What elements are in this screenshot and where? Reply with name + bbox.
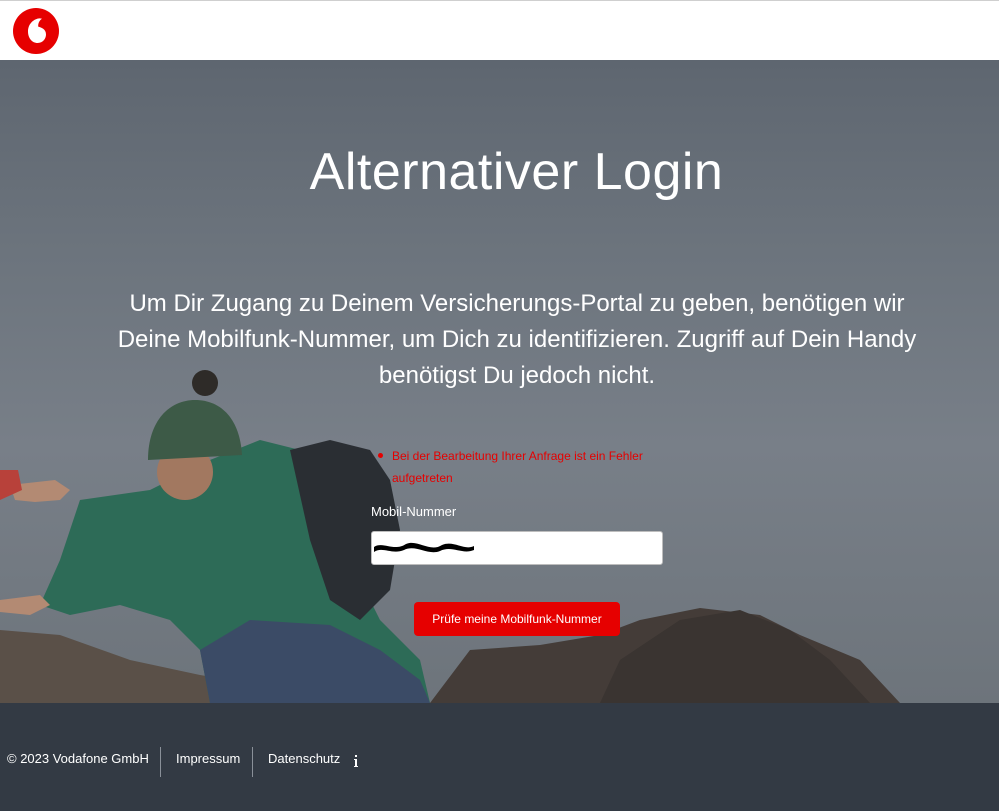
intro-text: Um Dir Zugang zu Deinem Versicherungs-Po… [84,286,950,394]
imprint-link[interactable]: Impressum [176,751,240,766]
intro-line: Um Dir Zugang zu Deinem Versicherungs-Po… [129,290,905,317]
phone-number-input[interactable] [371,531,663,565]
error-message-line: aufgetreten [392,471,453,485]
page-title: Alternativer Login [309,143,724,201]
copyright-text: © 2023 Vodafone GmbH [7,751,149,766]
privacy-link[interactable]: Datenschutz [268,751,340,766]
error-message-line: Bei der Bearbeitung Ihrer Anfrage ist ei… [392,449,643,463]
check-phone-number-button[interactable]: Prüfe meine Mobilfunk-Nummer [414,602,620,636]
top-header [0,0,999,60]
phone-number-label: Mobil-Nummer [371,504,457,519]
error-message: Bei der Bearbeitung Ihrer Anfrage ist ei… [376,445,666,489]
info-icon[interactable] [352,755,360,767]
footer-divider [252,747,253,777]
intro-line: Deine Mobilfunk-Nummer, um Dich zu ident… [117,326,917,353]
site-footer: © 2023 Vodafone GmbH Impressum Datenschu… [0,703,999,811]
vodafone-logo-icon[interactable] [13,8,59,54]
error-message-list: Bei der Bearbeitung Ihrer Anfrage ist ei… [376,445,666,489]
hero-section: Alternativer Login Um Dir Zugang zu Dein… [0,60,999,703]
footer-divider [160,747,161,777]
intro-line: benötigst Du jedoch nicht. [378,362,656,389]
